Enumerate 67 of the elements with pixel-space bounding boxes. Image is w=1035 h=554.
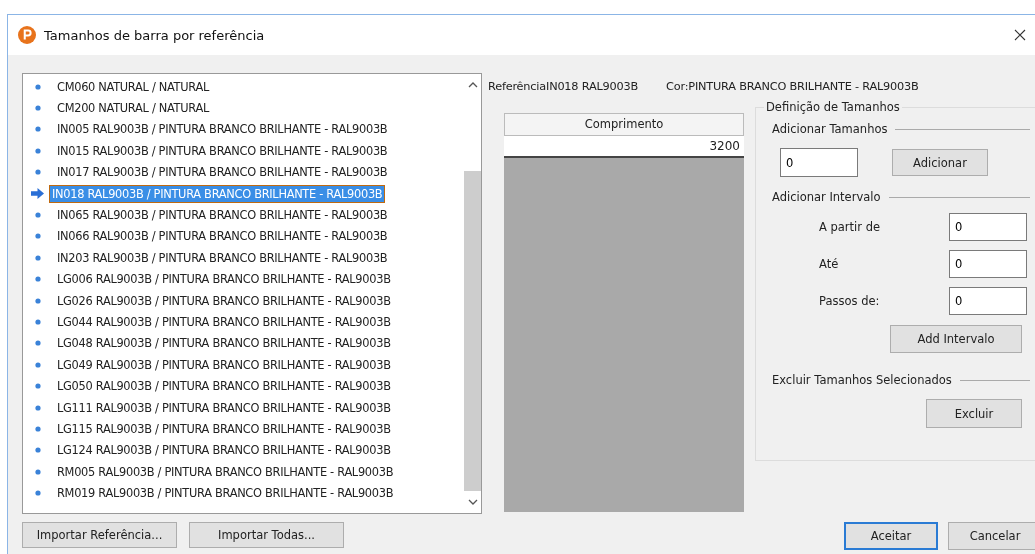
bullet-icon (35, 126, 41, 133)
field-label: Até (818, 256, 840, 271)
add-interval-button[interactable]: Add Intervalo (890, 325, 1022, 353)
list-item[interactable]: LG049 RAL9003B / PINTURA BRANCO BRILHANTE - RAL9003B (55, 356, 393, 373)
dialog-button[interactable]: Cancelar (948, 522, 1035, 550)
list-item[interactable]: LG006 RAL9003B / PINTURA BRANCO BRILHANTE - RAL9003B (55, 271, 393, 288)
list-item[interactable]: LG026 RAL9003B / PINTURA BRANCO BRILHANTE - RAL9003B (55, 292, 393, 309)
table-cell-text: 3200 (708, 138, 741, 155)
size-input[interactable]: 0 (780, 148, 858, 177)
list-item[interactable]: CM060 NATURAL / NATURAL (55, 78, 211, 95)
bullet-icon (35, 105, 41, 112)
color-label: Cor:PINTURA BRANCO BRILHANTE - RAL9003B (666, 80, 919, 93)
bullet-icon (35, 276, 41, 283)
import-button[interactable]: Importar Todas... (189, 522, 344, 548)
scroll-up-icon[interactable] (467, 82, 478, 88)
list-item[interactable]: IN005 RAL9003B / PINTURA BRANCO BRILHANTE - RAL9003B (55, 121, 390, 138)
scroll-down-icon[interactable] (467, 499, 478, 505)
list-item[interactable]: LG048 RAL9003B / PINTURA BRANCO BRILHANTE - RAL9003B (55, 335, 393, 352)
input-field[interactable]: 0 (949, 286, 1027, 315)
scroll-thumb[interactable] (464, 171, 481, 491)
input-field[interactable]: 0 (949, 249, 1027, 278)
dialog-button[interactable]: Aceitar (844, 522, 938, 550)
app-logo-icon (18, 26, 36, 44)
group-title: Definição de Tamanhos (764, 100, 902, 114)
bullet-icon (35, 147, 41, 154)
bullet-icon (35, 83, 41, 90)
bullet-icon (35, 340, 41, 347)
column-header[interactable]: Comprimento (505, 114, 743, 135)
list-item[interactable]: LG050 RAL9003B / PINTURA BRANCO BRILHANTE - RAL9003B (55, 378, 393, 395)
add-button[interactable]: Adicionar (892, 149, 988, 176)
bullet-icon (35, 425, 41, 432)
list-item[interactable]: RM005 RAL9003B / PINTURA BRANCO BRILHANTE - RAL9003B (55, 463, 396, 480)
section-title: Excluir Tamanhos Selecionados (772, 373, 952, 387)
delete-button[interactable]: Excluir (926, 399, 1022, 428)
section-title: Adicionar Intervalo (772, 190, 881, 204)
window-title: Tamanhos de barra por referência (44, 27, 265, 43)
list-item[interactable]: IN203 RAL9003B / PINTURA BRANCO BRILHANTE - RAL9003B (55, 249, 390, 266)
bullet-icon (35, 297, 41, 304)
list-item[interactable]: LG111 RAL9003B / PINTURA BRANCO BRILHANTE - RAL9003B (55, 399, 393, 416)
bullet-icon (35, 404, 41, 411)
bullet-icon (35, 254, 41, 261)
arrow-icon (31, 188, 44, 200)
bullet-icon (35, 212, 41, 219)
bullet-icon (35, 468, 41, 475)
field-label: A partir de (818, 219, 882, 234)
list-item[interactable]: LG044 RAL9003B / PINTURA BRANCO BRILHANTE - RAL9003B (55, 314, 393, 330)
bullet-icon (35, 169, 41, 176)
list-item[interactable]: IN065 RAL9003B / PINTURA BRANCO BRILHANTE - RAL9003B (55, 207, 390, 224)
bullet-icon (35, 319, 41, 325)
list-item[interactable]: IN015 RAL9003B / PINTURA BRANCO BRILHANTE - RAL9003B (55, 142, 390, 159)
bullet-icon (35, 233, 41, 240)
list-item[interactable]: IN066 RAL9003B / PINTURA BRANCO BRILHANTE - RAL9003B (55, 228, 390, 245)
bullet-icon (35, 361, 41, 368)
close-icon[interactable] (1014, 29, 1026, 41)
bullet-icon (35, 447, 41, 454)
field-label: Passos de: (818, 293, 881, 308)
input-field[interactable]: 0 (949, 212, 1027, 241)
list-item[interactable]: LG115 RAL9003B / PINTURA BRANCO BRILHANTE - RAL9003B (55, 420, 393, 437)
list-item[interactable]: CM200 NATURAL / NATURAL (55, 100, 211, 117)
bullet-icon (35, 490, 41, 497)
list-item[interactable]: LG124 RAL9003B / PINTURA BRANCO BRILHANTE - RAL9003B (55, 442, 393, 459)
section-title: Adicionar Tamanhos (772, 122, 888, 136)
list-item[interactable]: IN017 RAL9003B / PINTURA BRANCO BRILHANTE - RAL9003B (55, 164, 390, 181)
list-item[interactable]: RM019 RAL9003B / PINTURA BRANCO BRILHANTE - RAL9003B (55, 485, 396, 502)
bullet-icon (35, 383, 41, 390)
reference-label: ReferênciaIN018 RAL9003B (488, 80, 639, 93)
import-button[interactable]: Importar Referência... (22, 522, 177, 548)
